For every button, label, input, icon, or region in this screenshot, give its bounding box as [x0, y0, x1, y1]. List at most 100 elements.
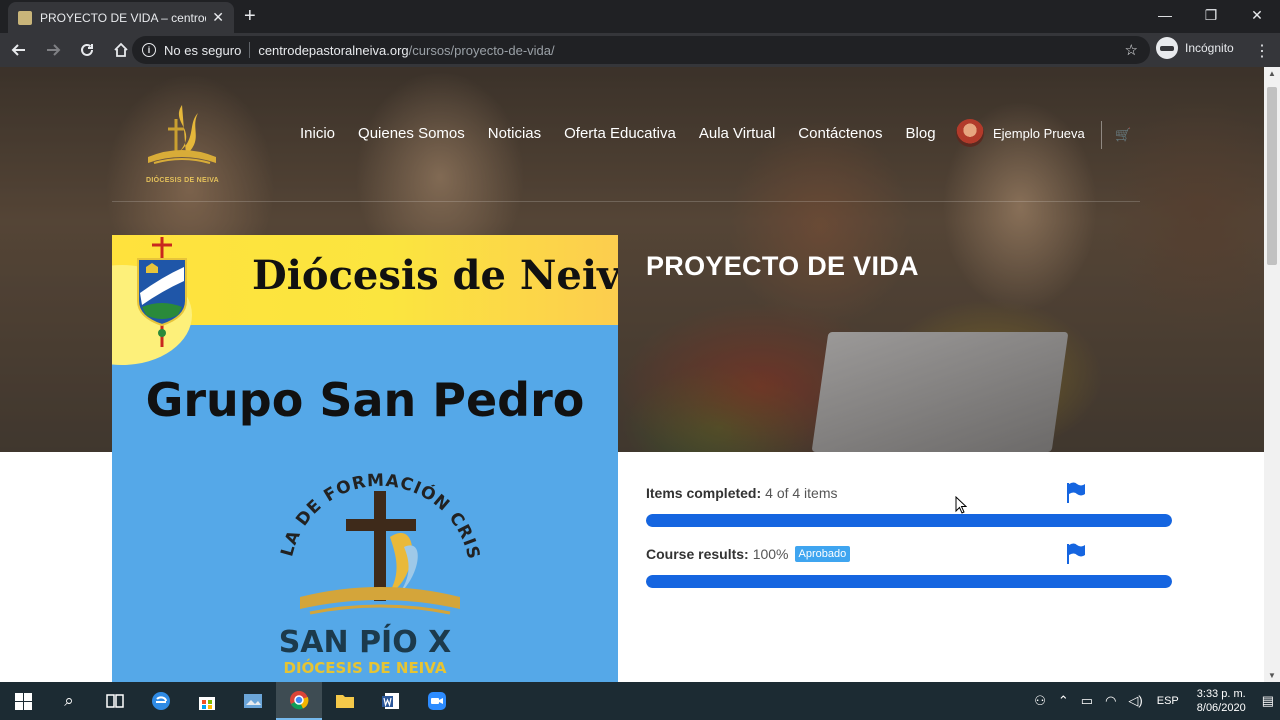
folder-icon [336, 695, 354, 708]
arrow-left-icon [11, 44, 25, 56]
tab-close-icon[interactable]: ✕ [212, 9, 224, 26]
reload-button[interactable] [72, 35, 102, 65]
clock[interactable]: 3:33 p. m. 8/06/2020 [1197, 687, 1246, 715]
chrome-icon [290, 691, 309, 710]
user-name: Ejemplo Prueva [993, 125, 1085, 141]
items-completed-track [646, 514, 1172, 527]
clock-date: 8/06/2020 [1196, 702, 1246, 714]
url-path[interactable]: /cursos/proyecto-de-vida/ [409, 43, 555, 58]
word-icon [382, 693, 399, 709]
avatar [956, 119, 984, 147]
incognito-indicator[interactable]: Incógnito [1156, 37, 1234, 59]
mouse-cursor-icon [955, 496, 967, 514]
word-app-button[interactable] [368, 682, 414, 720]
bookmark-star-icon[interactable]: ☆ [1125, 41, 1138, 59]
chevron-up-icon[interactable]: ⌃ [1058, 693, 1069, 709]
store-app-button[interactable] [184, 682, 230, 720]
page-viewport: DIÓCESIS DE NEIVA Inicio Quienes Somos N… [0, 67, 1280, 682]
scroll-up-icon[interactable]: ▲ [1268, 69, 1276, 78]
task-view-icon [106, 694, 124, 708]
items-completed-label: Items completed: [646, 485, 762, 501]
scrollbar-thumb[interactable] [1267, 87, 1277, 265]
browser-tab[interactable]: PROYECTO DE VIDA – centrodepastoralneiva… [8, 2, 234, 33]
omnibox-divider [249, 42, 251, 58]
close-window-button[interactable]: ✕ [1234, 0, 1280, 30]
logo-caption: DIÓCESIS DE NEIVA [146, 177, 220, 184]
info-icon[interactable]: i [142, 43, 156, 57]
items-completed-progress: Items completed: 4 of 4 items [646, 482, 1172, 527]
file-explorer-button[interactable] [322, 682, 368, 720]
items-completed-fill [646, 514, 1172, 527]
nav-link-contactenos[interactable]: Contáctenos [798, 125, 882, 142]
course-image-school-sub: DIÓCESIS DE NEIVA [283, 659, 447, 677]
forward-button[interactable] [38, 35, 68, 65]
coat-of-arms-icon [137, 237, 187, 347]
items-completed-value: 4 of 4 items [765, 485, 838, 501]
new-tab-button[interactable]: + [244, 5, 256, 28]
nav-link-quienes-somos[interactable]: Quienes Somos [358, 125, 465, 142]
windows-taskbar: ⌕ ⚇ ⌃ ▭ ◠ ◁) ESP 3:33 p. m. 8/06/2020 ▤ [0, 682, 1280, 720]
notifications-icon[interactable]: ▤ [1262, 693, 1274, 709]
course-results-fill [646, 575, 1172, 588]
windows-logo-icon [14, 692, 32, 710]
browser-menu-icon[interactable]: ⋮ [1254, 41, 1270, 61]
course-results-progress: Course results: 100% Aprobado [646, 543, 1172, 588]
incognito-icon [1156, 37, 1178, 59]
user-menu[interactable]: Ejemplo Prueva [956, 119, 1085, 147]
start-button[interactable] [0, 682, 46, 720]
language-indicator[interactable]: ESP [1157, 695, 1179, 707]
flag-icon [1067, 543, 1085, 564]
tab-title: PROYECTO DE VIDA – centrodepastoralneiva… [40, 10, 206, 25]
course-results-value: 100% [752, 546, 789, 562]
window-controls: — ❐ ✕ [1142, 0, 1280, 30]
course-results-row: Course results: 100% Aprobado [646, 546, 1172, 562]
address-bar[interactable]: i No es seguro centrodepastoralneiva.org… [132, 36, 1150, 64]
store-icon [199, 697, 215, 710]
task-view-button[interactable] [92, 682, 138, 720]
items-completed-row: Items completed: 4 of 4 items [646, 485, 1172, 501]
status-badge: Aprobado [794, 546, 851, 562]
course-image-diocese-title: Diócesis de Neiva [252, 252, 618, 299]
cart-icon[interactable]: 🛒 [1115, 127, 1131, 143]
restore-button[interactable]: ❐ [1188, 0, 1234, 30]
search-button[interactable]: ⌕ [46, 682, 92, 720]
nav-divider [1101, 121, 1102, 149]
system-tray: ⚇ ⌃ ▭ ◠ ◁) ESP 3:33 p. m. 8/06/2020 ▤ [1028, 682, 1280, 720]
scroll-down-icon[interactable]: ▼ [1268, 671, 1276, 680]
minimize-button[interactable]: — [1142, 0, 1188, 30]
tab-strip: PROYECTO DE VIDA – centrodepastoralneiva… [0, 0, 1280, 33]
clock-time: 3:33 p. m. [1196, 688, 1246, 700]
zoom-app-button[interactable] [414, 682, 460, 720]
course-results-label: Course results: [646, 546, 749, 562]
browser-toolbar: i No es seguro centrodepastoralneiva.org… [0, 33, 1280, 67]
nav-link-noticias[interactable]: Noticias [488, 125, 541, 142]
search-icon: ⌕ [64, 691, 74, 710]
reload-icon [81, 43, 93, 56]
back-button[interactable] [4, 35, 34, 65]
flag-icon [1067, 482, 1085, 503]
edge-icon [152, 692, 170, 710]
edge-app-button[interactable] [138, 682, 184, 720]
header-divider [112, 201, 1140, 202]
main-navigation: Inicio Quienes Somos Noticias Oferta Edu… [300, 125, 959, 142]
page-scrollbar[interactable]: ▲ ▼ [1264, 67, 1280, 682]
wifi-icon[interactable]: ◠ [1105, 693, 1116, 709]
url-host[interactable]: centrodepastoralneiva.org [258, 43, 408, 58]
course-image-banner: Diócesis de Neiva [112, 235, 618, 365]
volume-icon[interactable]: ◁) [1128, 693, 1142, 709]
photos-app-button[interactable] [230, 682, 276, 720]
site-favicon-icon [18, 10, 32, 25]
people-icon[interactable]: ⚇ [1034, 693, 1046, 709]
nav-link-blog[interactable]: Blog [906, 125, 936, 142]
arrow-right-icon [47, 44, 61, 56]
incognito-label: Incógnito [1185, 41, 1234, 55]
nav-link-oferta-educativa[interactable]: Oferta Educativa [564, 125, 676, 142]
nav-link-aula-virtual[interactable]: Aula Virtual [699, 125, 775, 142]
school-emblem-icon: ESCUELA DE FORMACIÓN CRISTIANA [270, 427, 482, 615]
diocese-logo-icon[interactable] [140, 99, 224, 189]
chrome-app-button[interactable] [276, 682, 322, 720]
battery-icon[interactable]: ▭ [1081, 693, 1093, 709]
nav-link-inicio[interactable]: Inicio [300, 125, 335, 142]
course-image-group-title: Grupo San Pedro [145, 373, 585, 427]
security-status[interactable]: No es seguro [164, 43, 241, 58]
